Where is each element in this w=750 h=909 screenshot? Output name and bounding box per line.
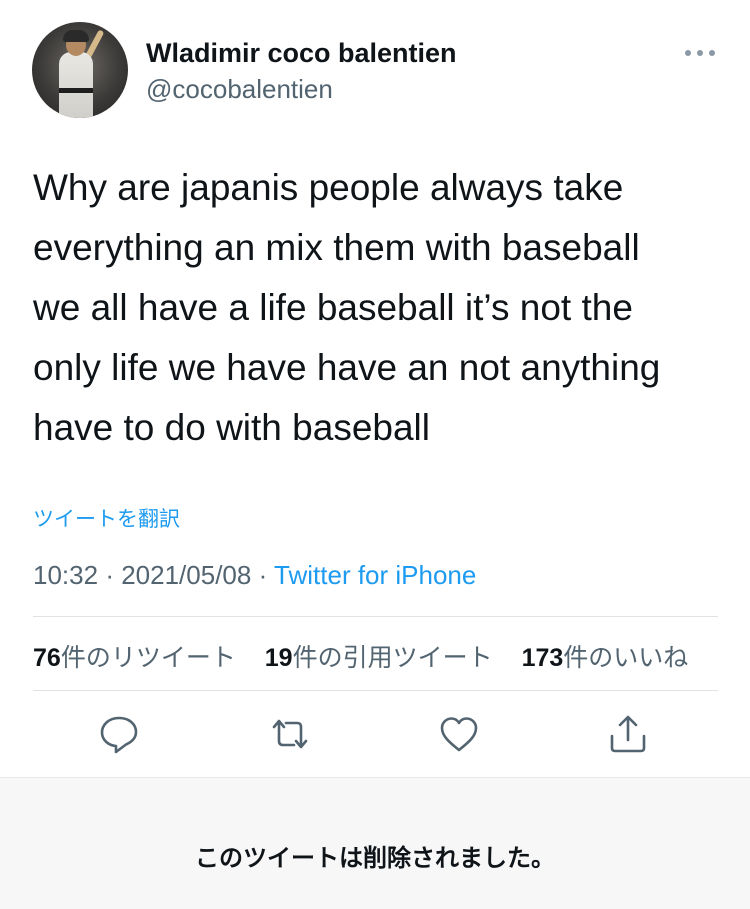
- retweets-count: 76: [33, 644, 61, 672]
- tweet-source-link[interactable]: Twitter for iPhone: [274, 560, 476, 590]
- divider: [33, 690, 718, 691]
- quote-tweets-label: 件の引用ツイート: [292, 644, 493, 672]
- likes-stat[interactable]: 173件のいいね: [522, 638, 689, 674]
- action-bar: [0, 712, 750, 760]
- translate-tweet-link[interactable]: ツイートを翻訳: [33, 503, 180, 533]
- tweet-time: 10:32: [33, 560, 99, 590]
- more-options-icon[interactable]: [684, 46, 716, 60]
- user-handle[interactable]: @cocobalentien: [146, 74, 333, 105]
- likes-label: 件のいいね: [563, 644, 689, 672]
- reply-icon[interactable]: [97, 712, 141, 756]
- player-body-shape: [59, 52, 93, 118]
- engagement-stats: 76件のリツイート 19件の引用ツイート 173件のいいね: [33, 638, 710, 672]
- retweets-label: 件のリツイート: [60, 644, 236, 672]
- avatar[interactable]: [32, 22, 128, 118]
- player-cap-shape: [63, 30, 89, 42]
- like-icon[interactable]: [437, 712, 481, 756]
- display-name[interactable]: Wladimir coco balentien: [146, 38, 457, 69]
- quote-tweets-count: 19: [264, 644, 293, 672]
- player-belt-shape: [59, 88, 93, 93]
- retweets-stat[interactable]: 76件のリツイート: [33, 638, 236, 674]
- retweet-icon[interactable]: [268, 712, 312, 756]
- meta-separator: ·: [105, 560, 114, 590]
- tweet-date: 2021/05/08: [121, 560, 252, 590]
- tweet-header: Wladimir coco balentien @cocobalentien: [0, 0, 750, 140]
- meta-separator: ·: [258, 560, 268, 590]
- likes-count: 173: [521, 644, 564, 672]
- divider: [33, 616, 718, 617]
- quote-tweets-stat[interactable]: 19件の引用ツイート: [265, 638, 493, 674]
- tweet-text: Why are japanis people always take every…: [33, 167, 661, 448]
- tweet-metadata: 10:32 · 2021/05/08 · Twitter for iPhone: [33, 560, 476, 591]
- deleted-notice-text: このツイートは削除されました。: [195, 845, 555, 872]
- share-icon[interactable]: [606, 712, 650, 756]
